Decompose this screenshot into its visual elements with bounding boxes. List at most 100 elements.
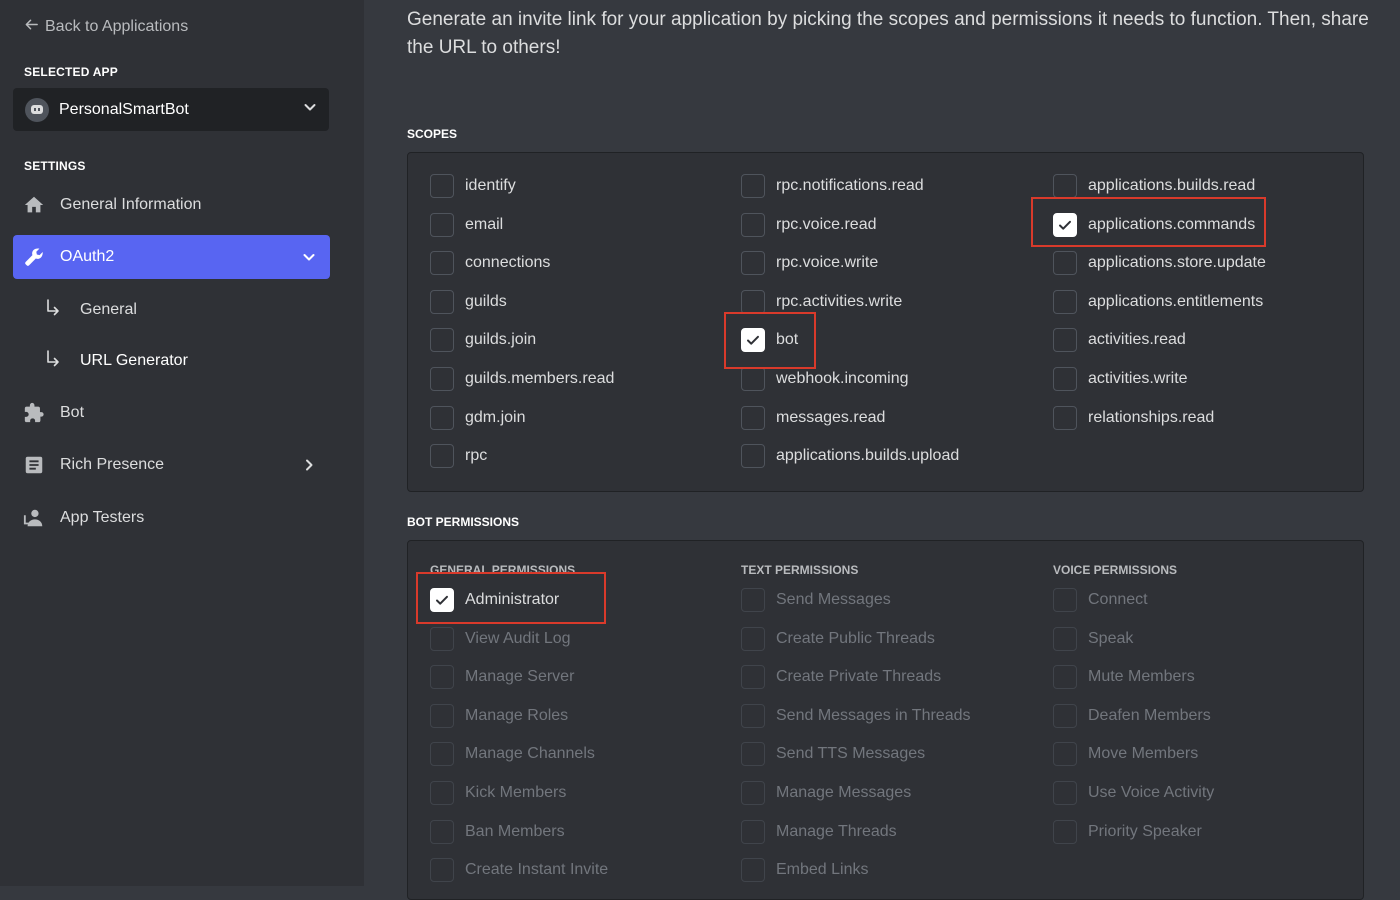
scope-gdm-join[interactable]: gdm.join (430, 404, 525, 432)
checkbox[interactable] (430, 251, 454, 276)
scope-connections[interactable]: connections (430, 249, 550, 277)
scope-identify[interactable]: identify (430, 172, 516, 200)
checkbox[interactable] (430, 174, 454, 198)
permission-administrator[interactable]: Administrator (430, 586, 559, 614)
person-icon (23, 507, 45, 529)
permission-connect: Connect (1053, 586, 1148, 614)
checkbox-label: Deafen Members (1088, 706, 1211, 724)
scope-messages-read[interactable]: messages.read (741, 404, 885, 432)
sidebar: Back to Applications SELECTED APP Person… (0, 0, 364, 886)
checkbox[interactable] (741, 251, 765, 276)
checkbox[interactable] (430, 212, 454, 237)
checkbox-label: identify (465, 177, 516, 194)
scope-applications-store-update[interactable]: applications.store.update (1053, 249, 1266, 277)
permission-speak: Speak (1053, 625, 1133, 653)
scope-applications-entitlements[interactable]: applications.entitlements (1053, 288, 1263, 316)
scope-rpc[interactable]: rpc (430, 442, 487, 470)
checkbox-label: rpc.activities.write (776, 292, 903, 310)
checkbox-label: Manage Server (465, 668, 575, 686)
checkbox[interactable] (430, 367, 454, 391)
scope-rpc-notifications-read[interactable]: rpc.notifications.read (741, 172, 924, 200)
scope-relationships-read[interactable]: relationships.read (1053, 404, 1214, 432)
checkbox[interactable] (430, 405, 454, 430)
checkbox[interactable] (430, 289, 454, 314)
sidebar-item-bot[interactable]: Bot (13, 391, 330, 435)
checkbox[interactable] (741, 212, 765, 237)
checkbox (1053, 703, 1077, 728)
permission-kick-members: Kick Members (430, 779, 566, 807)
permission-column-heading: VOICE PERMISSIONS (1053, 563, 1178, 577)
checkbox-label: webhook.incoming (776, 370, 909, 387)
sidebar-item-general-information[interactable]: General Information (13, 183, 330, 227)
scope-email[interactable]: email (430, 211, 503, 239)
back-to-applications-link[interactable]: Back to Applications (24, 15, 188, 39)
scope-applications-builds-read[interactable]: applications.builds.read (1053, 172, 1255, 200)
checkbox-label: guilds (465, 292, 507, 310)
checkbox-label: Priority Speaker (1088, 822, 1202, 840)
sidebar-item-label: App Testers (60, 509, 145, 526)
app-selector[interactable]: PersonalSmartBot (13, 88, 329, 131)
selected-app-label: SELECTED APP (24, 65, 118, 79)
checkbox[interactable] (741, 174, 765, 198)
permission-manage-channels: Manage Channels (430, 740, 595, 768)
checkbox[interactable] (1053, 328, 1077, 353)
sidebar-item-oauth2[interactable]: OAuth2 (13, 235, 330, 279)
puzzle-icon (23, 402, 45, 424)
checkbox-label: Move Members (1088, 745, 1199, 763)
scope-rpc-activities-write[interactable]: rpc.activities.write (741, 288, 902, 316)
scope-activities-read[interactable]: activities.read (1053, 326, 1186, 354)
checkbox[interactable] (1053, 251, 1077, 276)
permission-manage-messages: Manage Messages (741, 779, 911, 807)
permission-embed-links: Embed Links (741, 856, 869, 884)
sidebar-item-label: General Information (60, 196, 202, 213)
permission-use-voice-activity: Use Voice Activity (1053, 779, 1214, 807)
scope-guilds[interactable]: guilds (430, 288, 507, 316)
sidebar-subitem-general[interactable]: General (44, 295, 137, 325)
back-label: Back to Applications (45, 18, 189, 35)
scope-guilds-members-read[interactable]: guilds.members.read (430, 365, 614, 393)
scope-webhook-incoming[interactable]: webhook.incoming (741, 365, 909, 393)
checkbox (1053, 781, 1077, 805)
checkbox-label: applications.builds.upload (776, 447, 960, 465)
checkbox[interactable] (741, 289, 765, 314)
home-icon (23, 194, 45, 216)
sidebar-subitem-url-generator[interactable]: URL Generator (44, 346, 188, 376)
scope-bot[interactable]: bot (741, 326, 798, 354)
sidebar-item-app-testers[interactable]: App Testers (13, 496, 330, 540)
checkbox-checked[interactable] (430, 588, 454, 612)
checkbox-label: applications.entitlements (1088, 292, 1264, 310)
checkbox[interactable] (741, 367, 765, 391)
scope-activities-write[interactable]: activities.write (1053, 365, 1188, 393)
scope-rpc-voice-read[interactable]: rpc.voice.read (741, 211, 877, 239)
checkbox (741, 626, 765, 651)
checkbox-label: Kick Members (465, 784, 567, 801)
permission-send-tts-messages: Send TTS Messages (741, 740, 925, 768)
checkbox[interactable] (430, 328, 454, 353)
checkbox-checked[interactable] (741, 328, 765, 353)
checkbox (741, 858, 765, 883)
scope-guilds-join[interactable]: guilds.join (430, 326, 536, 354)
permission-send-messages: Send Messages (741, 586, 891, 614)
checkbox-label: Speak (1088, 629, 1134, 647)
checkbox[interactable] (741, 444, 765, 469)
sidebar-item-label: Bot (60, 404, 85, 421)
checkbox-checked[interactable] (1053, 212, 1077, 237)
checkbox[interactable] (1053, 289, 1077, 314)
scope-rpc-voice-write[interactable]: rpc.voice.write (741, 249, 878, 277)
checkbox[interactable] (1053, 405, 1077, 430)
scope-applications-builds-upload[interactable]: applications.builds.upload (741, 442, 959, 470)
permission-mute-members: Mute Members (1053, 663, 1195, 691)
checkbox (1053, 742, 1077, 767)
sidebar-subitem-label: URL Generator (80, 352, 188, 369)
checkmark-icon (1057, 217, 1073, 233)
checkbox[interactable] (1053, 174, 1077, 198)
sidebar-item-label: OAuth2 (60, 248, 115, 265)
scope-applications-commands[interactable]: applications.commands (1053, 211, 1255, 239)
checkbox[interactable] (430, 444, 454, 469)
sidebar-item-rich-presence[interactable]: Rich Presence (13, 443, 330, 487)
checkbox[interactable] (1053, 367, 1077, 391)
checkbox-label: email (465, 215, 504, 233)
checkbox (1053, 665, 1077, 690)
checkbox[interactable] (741, 405, 765, 430)
checkbox-label: Connect (1088, 591, 1148, 608)
